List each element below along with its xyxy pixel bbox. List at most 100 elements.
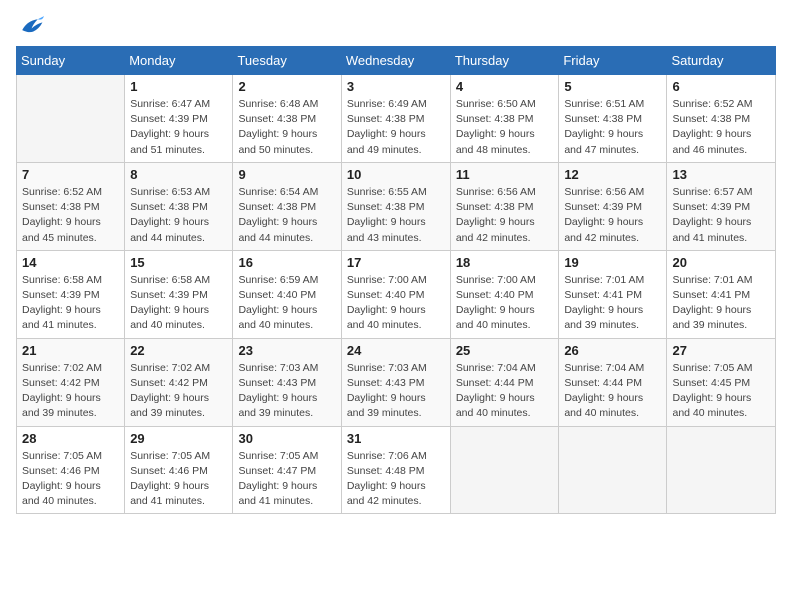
- calendar-cell: 3Sunrise: 6:49 AM Sunset: 4:38 PM Daylig…: [341, 75, 450, 163]
- day-number: 28: [22, 431, 119, 446]
- calendar-cell: 24Sunrise: 7:03 AM Sunset: 4:43 PM Dayli…: [341, 338, 450, 426]
- day-number: 8: [130, 167, 227, 182]
- day-info: Sunrise: 7:04 AM Sunset: 4:44 PM Dayligh…: [564, 361, 661, 422]
- day-info: Sunrise: 6:47 AM Sunset: 4:39 PM Dayligh…: [130, 97, 227, 158]
- day-info: Sunrise: 6:58 AM Sunset: 4:39 PM Dayligh…: [22, 273, 119, 334]
- day-number: 23: [238, 343, 335, 358]
- day-number: 9: [238, 167, 335, 182]
- day-number: 21: [22, 343, 119, 358]
- page-header: [16, 16, 776, 38]
- calendar-cell: 8 Sunrise: 6:53 AM Sunset: 4:38 PM Daylig…: [125, 162, 233, 250]
- calendar-week-row: 7 Sunrise: 6:52 AM Sunset: 4:38 PM Daylig…: [17, 162, 776, 250]
- calendar-cell: 26 Sunrise: 7:04 AM Sunset: 4:44 PM Dayli…: [559, 338, 667, 426]
- calendar-cell: 17 Sunrise: 7:00 AM Sunset: 4:40 PM Dayli…: [341, 250, 450, 338]
- day-number: 10: [347, 167, 445, 182]
- day-info: Sunrise: 7:04 AM Sunset: 4:44 PM Dayligh…: [456, 361, 554, 422]
- day-number: 4: [456, 79, 554, 94]
- calendar-cell: 12 Sunrise: 6:56 AM Sunset: 4:39 PM Dayli…: [559, 162, 667, 250]
- calendar-week-row: 21 Sunrise: 7:02 AM Sunset: 4:42 PM Dayli…: [17, 338, 776, 426]
- day-info: Sunrise: 6:56 AM Sunset: 4:39 PM Dayligh…: [564, 185, 661, 246]
- calendar-cell: [450, 426, 559, 514]
- day-number: 30: [238, 431, 335, 446]
- calendar-cell: 30Sunrise: 7:05 AM Sunset: 4:47 PM Dayli…: [233, 426, 341, 514]
- day-info: Sunrise: 6:54 AM Sunset: 4:38 PM Dayligh…: [238, 185, 335, 246]
- day-number: 12: [564, 167, 661, 182]
- calendar-cell: 5 Sunrise: 6:51 AM Sunset: 4:38 PM Daylig…: [559, 75, 667, 163]
- day-number: 17: [347, 255, 445, 270]
- day-info: Sunrise: 6:58 AM Sunset: 4:39 PM Dayligh…: [130, 273, 227, 334]
- calendar-cell: 14 Sunrise: 6:58 AM Sunset: 4:39 PM Dayli…: [17, 250, 125, 338]
- day-of-week-header: Saturday: [667, 47, 776, 75]
- logo: [16, 16, 48, 38]
- day-info: Sunrise: 6:59 AM Sunset: 4:40 PM Dayligh…: [238, 273, 335, 334]
- day-info: Sunrise: 7:01 AM Sunset: 4:41 PM Dayligh…: [564, 273, 661, 334]
- calendar-cell: 9 Sunrise: 6:54 AM Sunset: 4:38 PM Daylig…: [233, 162, 341, 250]
- calendar-cell: 7 Sunrise: 6:52 AM Sunset: 4:38 PM Daylig…: [17, 162, 125, 250]
- calendar-cell: 29 Sunrise: 7:05 AM Sunset: 4:46 PM Dayli…: [125, 426, 233, 514]
- day-info: Sunrise: 7:01 AM Sunset: 4:41 PM Dayligh…: [672, 273, 770, 334]
- calendar-cell: 18 Sunrise: 7:00 AM Sunset: 4:40 PM Dayli…: [450, 250, 559, 338]
- day-number: 22: [130, 343, 227, 358]
- calendar-cell: 6 Sunrise: 6:52 AM Sunset: 4:38 PM Daylig…: [667, 75, 776, 163]
- calendar-cell: 23 Sunrise: 7:03 AM Sunset: 4:43 PM Dayli…: [233, 338, 341, 426]
- calendar-cell: 28 Sunrise: 7:05 AM Sunset: 4:46 PM Dayli…: [17, 426, 125, 514]
- day-info: Sunrise: 7:05 AM Sunset: 4:46 PM Dayligh…: [130, 449, 227, 510]
- calendar-cell: 20 Sunrise: 7:01 AM Sunset: 4:41 PM Dayli…: [667, 250, 776, 338]
- day-info: Sunrise: 7:05 AM Sunset: 4:45 PM Dayligh…: [672, 361, 770, 422]
- day-number: 27: [672, 343, 770, 358]
- calendar-cell: 22 Sunrise: 7:02 AM Sunset: 4:42 PM Dayli…: [125, 338, 233, 426]
- calendar-cell: [559, 426, 667, 514]
- day-of-week-header: Friday: [559, 47, 667, 75]
- day-number: 25: [456, 343, 554, 358]
- day-number: 6: [672, 79, 770, 94]
- calendar-cell: 31 Sunrise: 7:06 AM Sunset: 4:48 PM Dayli…: [341, 426, 450, 514]
- day-number: 26: [564, 343, 661, 358]
- day-number: 1: [130, 79, 227, 94]
- day-of-week-header: Monday: [125, 47, 233, 75]
- calendar-header-row: SundayMondayTuesdayWednesdayThursdayFrid…: [17, 47, 776, 75]
- day-number: 13: [672, 167, 770, 182]
- day-number: 14: [22, 255, 119, 270]
- calendar-cell: 16Sunrise: 6:59 AM Sunset: 4:40 PM Dayli…: [233, 250, 341, 338]
- day-info: Sunrise: 7:00 AM Sunset: 4:40 PM Dayligh…: [347, 273, 445, 334]
- day-info: Sunrise: 6:48 AM Sunset: 4:38 PM Dayligh…: [238, 97, 335, 158]
- day-info: Sunrise: 6:55 AM Sunset: 4:38 PM Dayligh…: [347, 185, 445, 246]
- calendar-cell: 15 Sunrise: 6:58 AM Sunset: 4:39 PM Dayli…: [125, 250, 233, 338]
- day-of-week-header: Tuesday: [233, 47, 341, 75]
- calendar-cell: 2 Sunrise: 6:48 AM Sunset: 4:38 PM Daylig…: [233, 75, 341, 163]
- day-info: Sunrise: 7:02 AM Sunset: 4:42 PM Dayligh…: [22, 361, 119, 422]
- calendar-cell: 19 Sunrise: 7:01 AM Sunset: 4:41 PM Dayli…: [559, 250, 667, 338]
- day-number: 29: [130, 431, 227, 446]
- day-info: Sunrise: 6:50 AM Sunset: 4:38 PM Dayligh…: [456, 97, 554, 158]
- day-number: 5: [564, 79, 661, 94]
- day-number: 31: [347, 431, 445, 446]
- day-info: Sunrise: 7:00 AM Sunset: 4:40 PM Dayligh…: [456, 273, 554, 334]
- day-number: 2: [238, 79, 335, 94]
- day-number: 7: [22, 167, 119, 182]
- day-info: Sunrise: 7:02 AM Sunset: 4:42 PM Dayligh…: [130, 361, 227, 422]
- day-info: Sunrise: 7:06 AM Sunset: 4:48 PM Dayligh…: [347, 449, 445, 510]
- day-info: Sunrise: 6:53 AM Sunset: 4:38 PM Dayligh…: [130, 185, 227, 246]
- calendar-table: SundayMondayTuesdayWednesdayThursdayFrid…: [16, 46, 776, 514]
- day-info: Sunrise: 7:03 AM Sunset: 4:43 PM Dayligh…: [238, 361, 335, 422]
- day-info: Sunrise: 6:52 AM Sunset: 4:38 PM Dayligh…: [672, 97, 770, 158]
- calendar-week-row: 28 Sunrise: 7:05 AM Sunset: 4:46 PM Dayli…: [17, 426, 776, 514]
- calendar-cell: 25 Sunrise: 7:04 AM Sunset: 4:44 PM Dayli…: [450, 338, 559, 426]
- calendar-cell: [17, 75, 125, 163]
- calendar-cell: 27 Sunrise: 7:05 AM Sunset: 4:45 PM Dayli…: [667, 338, 776, 426]
- day-number: 18: [456, 255, 554, 270]
- calendar-week-row: 1 Sunrise: 6:47 AM Sunset: 4:39 PM Daylig…: [17, 75, 776, 163]
- day-number: 19: [564, 255, 661, 270]
- logo-bird-icon: [16, 16, 44, 38]
- day-number: 20: [672, 255, 770, 270]
- calendar-cell: 13Sunrise: 6:57 AM Sunset: 4:39 PM Dayli…: [667, 162, 776, 250]
- day-info: Sunrise: 6:51 AM Sunset: 4:38 PM Dayligh…: [564, 97, 661, 158]
- day-info: Sunrise: 6:56 AM Sunset: 4:38 PM Dayligh…: [456, 185, 554, 246]
- day-number: 24: [347, 343, 445, 358]
- day-info: Sunrise: 6:52 AM Sunset: 4:38 PM Dayligh…: [22, 185, 119, 246]
- day-info: Sunrise: 7:05 AM Sunset: 4:46 PM Dayligh…: [22, 449, 119, 510]
- calendar-cell: 10 Sunrise: 6:55 AM Sunset: 4:38 PM Dayli…: [341, 162, 450, 250]
- calendar-cell: [667, 426, 776, 514]
- calendar-cell: 1 Sunrise: 6:47 AM Sunset: 4:39 PM Daylig…: [125, 75, 233, 163]
- day-number: 15: [130, 255, 227, 270]
